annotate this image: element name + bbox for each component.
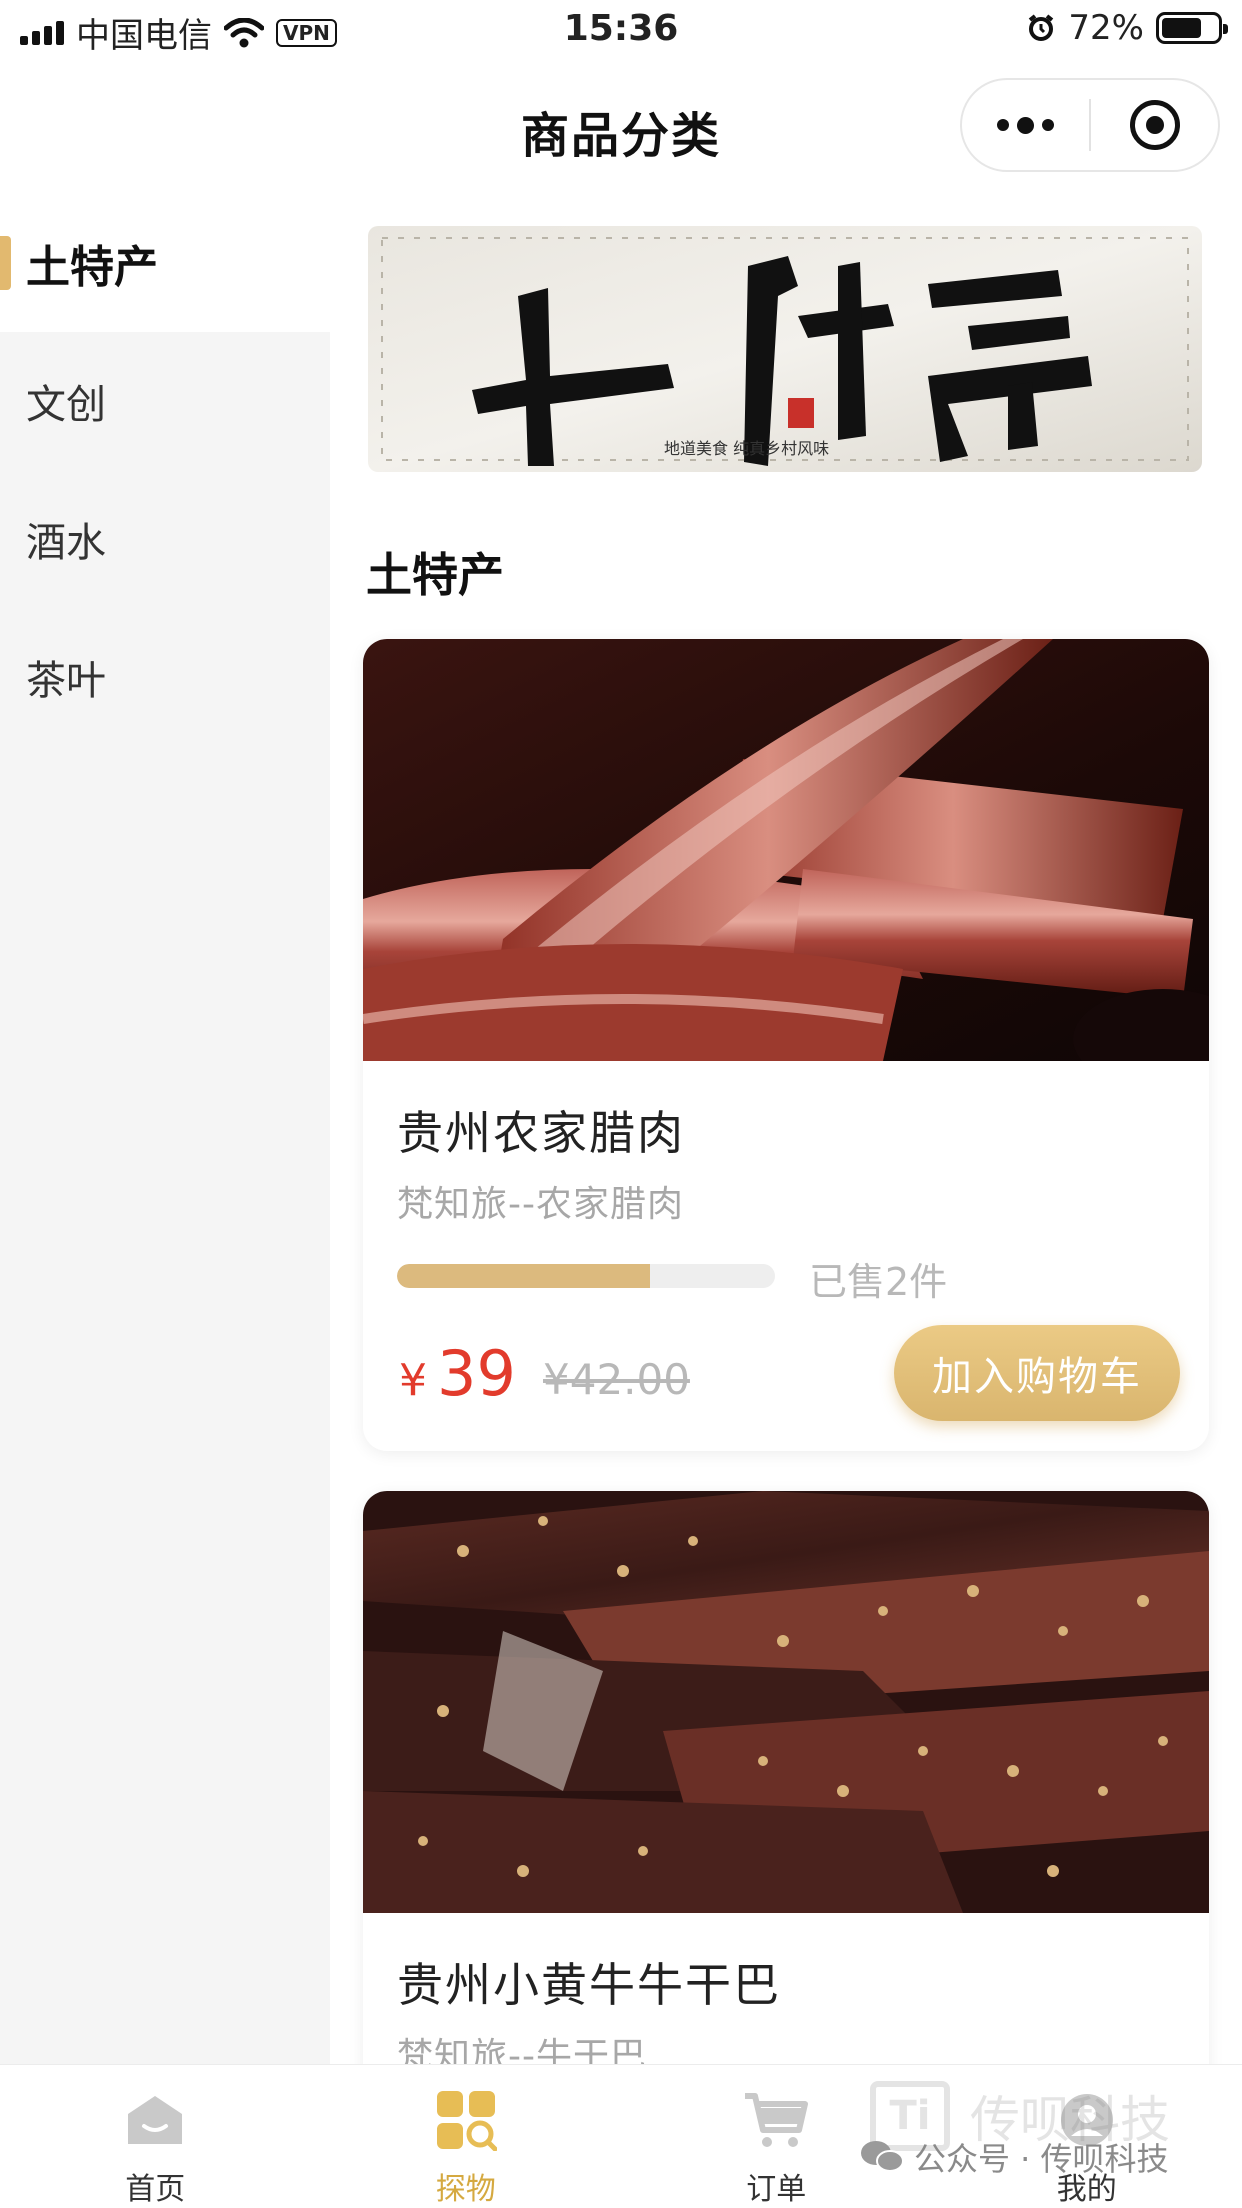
wechat-icon xyxy=(861,2141,904,2172)
sidebar-item-wenchuang[interactable]: 文创 xyxy=(0,332,330,470)
price-value: 39 xyxy=(437,1337,516,1410)
close-button[interactable] xyxy=(1091,80,1218,170)
product-card[interactable]: 贵州小黄牛牛干巴 梵知旅--牛干巴 xyxy=(363,1491,1209,2064)
product-subtitle: 梵知旅--农家腊肉 xyxy=(397,1184,684,1225)
battery-fill xyxy=(1162,18,1201,38)
more-dots-icon xyxy=(997,116,1054,134)
tab-label: 首页 xyxy=(125,2172,186,2207)
battery-icon xyxy=(1156,12,1228,44)
battery-percent: 72% xyxy=(1068,8,1144,48)
sidebar-item-label: 酒水 xyxy=(26,520,106,566)
more-button[interactable] xyxy=(962,80,1089,170)
product-name: 贵州小黄牛牛干巴 xyxy=(397,1958,781,2012)
product-card[interactable]: 贵州农家腊肉 梵知旅--农家腊肉 已售2件 ¥ 39 ¥42.00 加入购物车 xyxy=(363,639,1209,1451)
sidebar-item-label: 文创 xyxy=(26,382,106,428)
original-price: ¥42.00 xyxy=(543,1355,690,1404)
banner-slogan: 地道美食 纯真乡村风味 xyxy=(664,439,829,458)
product-image xyxy=(363,1491,1209,1913)
product-subtitle: 梵知旅--牛干巴 xyxy=(397,2036,647,2064)
product-image xyxy=(363,639,1209,1061)
home-icon xyxy=(122,2087,188,2152)
add-to-cart-button[interactable]: 加入购物车 xyxy=(894,1325,1180,1421)
category-banner[interactable]: 地道美食 纯真乡村风味 xyxy=(368,226,1202,472)
sidebar-item-label: 土特产 xyxy=(26,242,158,293)
product-content: 地道美食 纯真乡村风味 土特产 贵州农家腊肉 梵知旅--农家腊肉 已售2件 ¥ … xyxy=(330,194,1242,2064)
sidebar-item-label: 茶叶 xyxy=(26,658,106,704)
sidebar-item-jiushui[interactable]: 酒水 xyxy=(0,470,330,608)
banner-image: 地道美食 纯真乡村风味 xyxy=(368,226,1202,472)
product-price: ¥ 39 xyxy=(399,1337,516,1410)
status-right: 72% xyxy=(1026,8,1228,48)
sidebar-item-tutechan[interactable]: 土特产 xyxy=(0,194,330,332)
tab-label: 订单 xyxy=(746,2172,807,2207)
tab-explore[interactable]: 探物 xyxy=(311,2065,622,2208)
price-currency: ¥ xyxy=(399,1355,427,1406)
tab-home[interactable]: 首页 xyxy=(0,2065,311,2208)
target-icon xyxy=(1129,100,1180,150)
sales-progress-bar xyxy=(397,1264,775,1288)
product-name: 贵州农家腊肉 xyxy=(397,1106,685,1160)
status-bar: 中国电信 VPN 15:36 72% xyxy=(0,0,1242,62)
section-title: 土特产 xyxy=(366,548,504,602)
mini-program-capsule xyxy=(960,78,1220,172)
cart-icon xyxy=(743,2087,809,2152)
watermark-text: 公众号 · 传呗科技 xyxy=(914,2140,1169,2178)
category-sidebar: 土特产 文创 酒水 茶叶 xyxy=(0,194,330,2064)
alarm-icon xyxy=(1029,14,1054,41)
watermark-caption: 公众号 · 传呗科技 xyxy=(860,2134,1169,2180)
sold-count: 已售2件 xyxy=(809,1260,948,1304)
explore-grid-icon xyxy=(433,2087,499,2152)
sidebar-item-chaye[interactable]: 茶叶 xyxy=(0,608,330,746)
tab-label: 探物 xyxy=(435,2172,496,2207)
sales-progress-fill xyxy=(397,1264,651,1288)
